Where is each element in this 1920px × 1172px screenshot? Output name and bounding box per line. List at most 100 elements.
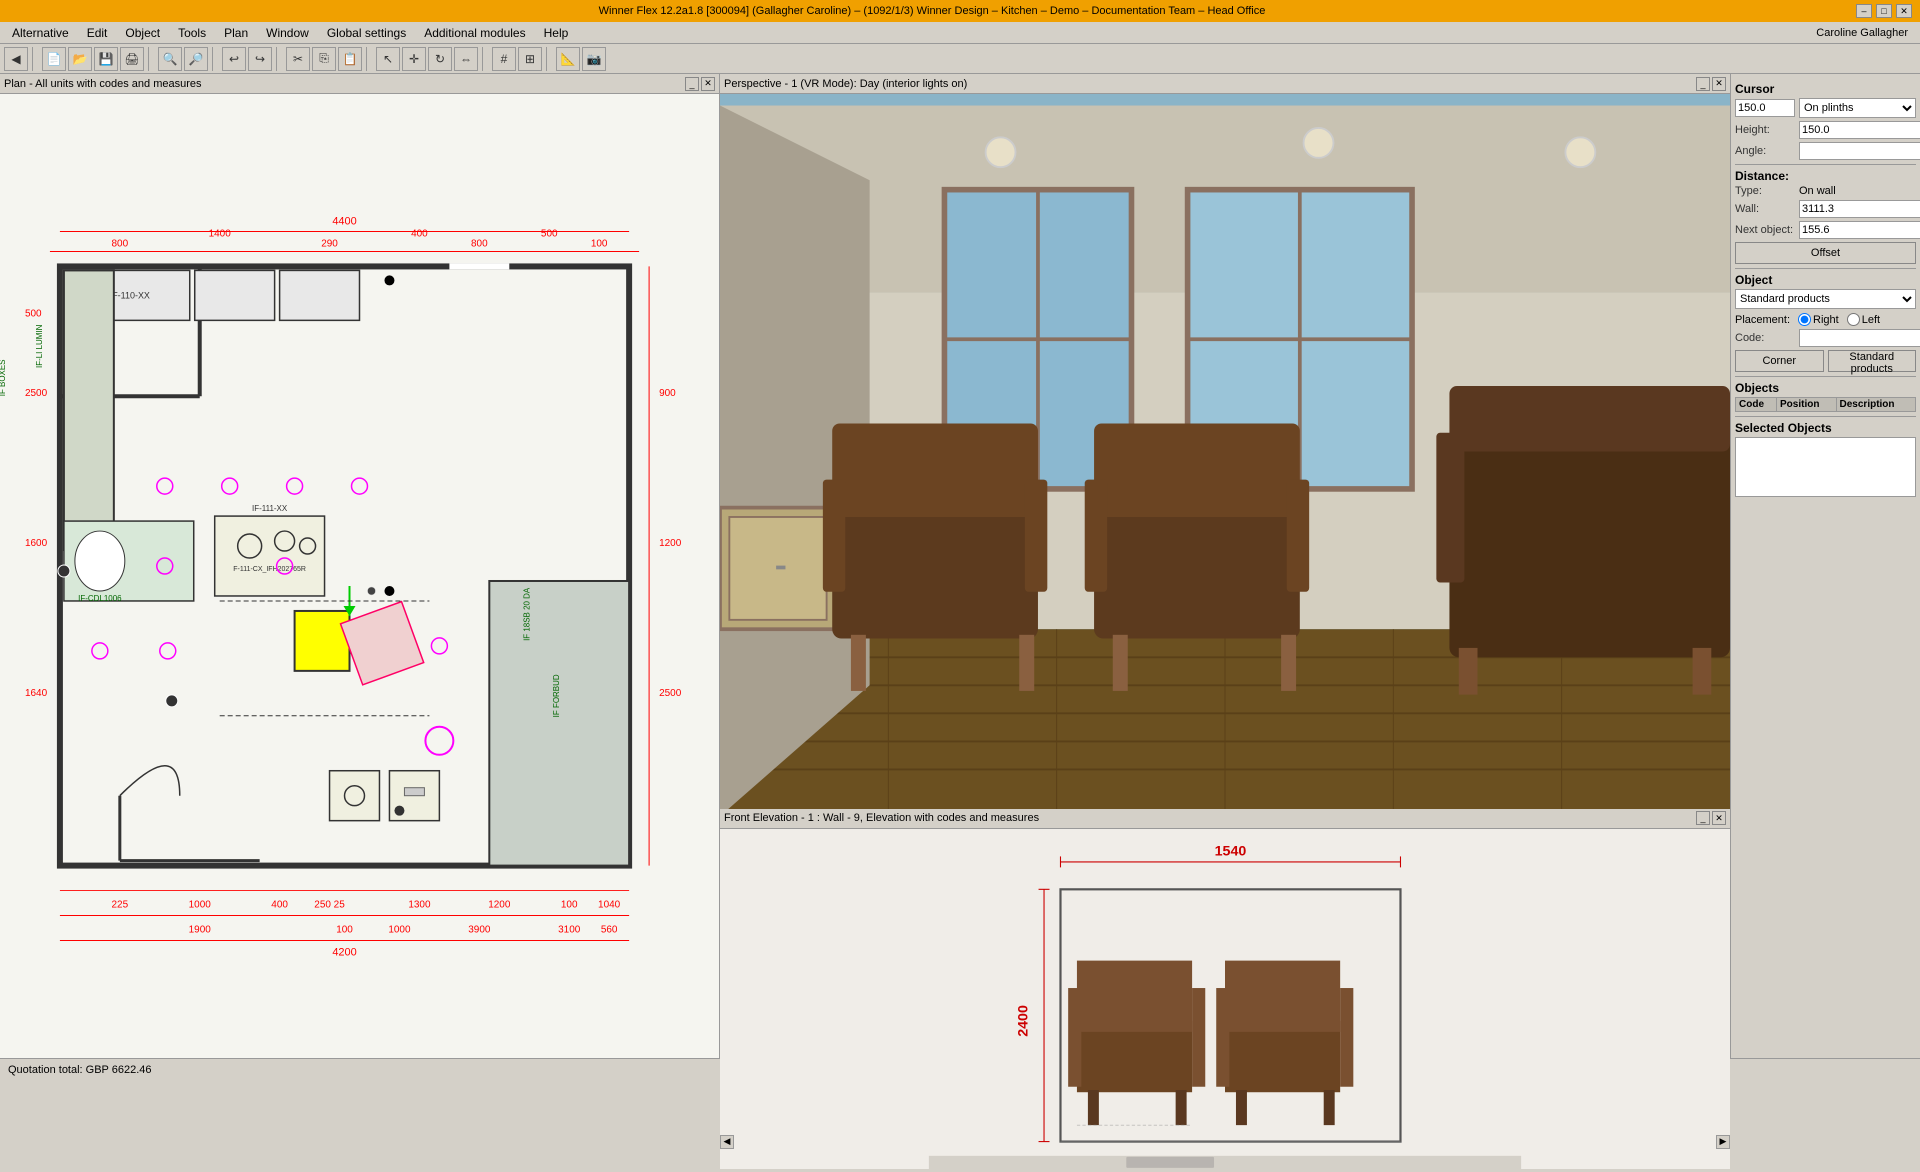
cut-button[interactable]: ✂ xyxy=(286,47,310,71)
height-value-input[interactable] xyxy=(1799,121,1920,139)
svg-text:1300: 1300 xyxy=(408,900,431,911)
menu-global-settings[interactable]: Global settings xyxy=(319,24,414,42)
svg-text:3100: 3100 xyxy=(558,925,581,936)
svg-text:800: 800 xyxy=(471,238,488,249)
next-label: Next object: xyxy=(1735,224,1795,236)
zoom-out-button[interactable]: 🔎 xyxy=(184,47,208,71)
placement-left-label[interactable]: Left xyxy=(1847,313,1880,326)
object-type-dropdown[interactable]: Standard products Custom products xyxy=(1735,289,1916,309)
menu-help[interactable]: Help xyxy=(536,24,577,42)
height-label: Height: xyxy=(1735,124,1795,136)
corner-button[interactable]: Corner xyxy=(1735,350,1824,372)
placement-left-radio[interactable] xyxy=(1847,313,1860,326)
svg-text:IF-110-XX: IF-110-XX xyxy=(110,290,150,300)
svg-text:IF BOXES: IF BOXES xyxy=(0,359,7,396)
angle-label: Angle: xyxy=(1735,145,1795,157)
plan-titlebar: Plan - All units with codes and measures… xyxy=(0,74,719,94)
svg-text:1000: 1000 xyxy=(189,900,212,911)
perspective-minimize-btn[interactable]: _ xyxy=(1696,77,1710,91)
code-input[interactable] xyxy=(1799,329,1920,347)
paste-button[interactable]: 📋 xyxy=(338,47,362,71)
perspective-canvas[interactable] xyxy=(720,94,1730,828)
cursor-mode-dropdown[interactable]: On plinths On floor On ceiling Custom xyxy=(1799,98,1916,118)
grid-button[interactable]: # xyxy=(492,47,516,71)
elevation-panel: Front Elevation - 1 : Wall - 9, Elevatio… xyxy=(720,809,1730,1149)
title-bar: Winner Flex 12.2a1.8 [300094] (Gallagher… xyxy=(0,0,1920,22)
menu-window[interactable]: Window xyxy=(258,24,317,42)
svg-text:560: 560 xyxy=(601,925,618,936)
elevation-scroll-left[interactable]: ◀ xyxy=(720,1135,734,1149)
measure-button[interactable]: 📐 xyxy=(556,47,580,71)
menu-plan[interactable]: Plan xyxy=(216,24,256,42)
quotation-total: Quotation total: GBP 6622.46 xyxy=(8,1064,152,1076)
svg-text:1540: 1540 xyxy=(1215,843,1247,859)
back-button[interactable]: ◀ xyxy=(4,47,28,71)
plan-canvas[interactable]: 800 1400 290 400 800 500 100 4400 500 25… xyxy=(0,94,719,1058)
wall-input[interactable] xyxy=(1799,200,1920,218)
standard-products-button[interactable]: Standard products xyxy=(1828,350,1917,372)
move-button[interactable]: ✛ xyxy=(402,47,426,71)
snap-button[interactable]: ⊞ xyxy=(518,47,542,71)
distance-section-title: Distance: xyxy=(1735,169,1916,183)
copy-button[interactable]: ⎘ xyxy=(312,47,336,71)
menu-object[interactable]: Object xyxy=(117,24,168,42)
svg-text:225: 225 xyxy=(112,900,129,911)
new-button[interactable]: 📄 xyxy=(42,47,66,71)
plan-close-btn[interactable]: ✕ xyxy=(701,77,715,91)
perspective-titlebar: Perspective - 1 (VR Mode): Day (interior… xyxy=(720,74,1730,94)
elevation-canvas[interactable]: 1540 2400 xyxy=(720,829,1730,1169)
svg-text:1200: 1200 xyxy=(488,900,511,911)
elevation-scroll-right[interactable]: ▶ xyxy=(1716,1135,1730,1149)
type-label: Type: xyxy=(1735,185,1795,197)
placement-right-radio[interactable] xyxy=(1798,313,1811,326)
perspective-close-btn[interactable]: ✕ xyxy=(1712,77,1726,91)
col-code: Code xyxy=(1736,398,1777,412)
svg-text:2500: 2500 xyxy=(25,388,48,399)
placement-right-label[interactable]: Right xyxy=(1798,313,1839,326)
col-description: Description xyxy=(1836,398,1915,412)
cursor-height-input[interactable] xyxy=(1735,99,1795,117)
redo-button[interactable]: ↪ xyxy=(248,47,272,71)
menu-edit[interactable]: Edit xyxy=(79,24,116,42)
rotate-button[interactable]: ↻ xyxy=(428,47,452,71)
menu-alternative[interactable]: Alternative xyxy=(4,24,77,42)
window-controls: – □ ✕ xyxy=(1856,4,1912,18)
main-layout: Plan - All units with codes and measures… xyxy=(0,74,1920,1058)
elevation-close-btn[interactable]: ✕ xyxy=(1712,811,1726,825)
elevation-titlebar: Front Elevation - 1 : Wall - 9, Elevatio… xyxy=(720,809,1730,829)
svg-text:IF 18SB 20 DA: IF 18SB 20 DA xyxy=(522,587,531,641)
open-button[interactable]: 📂 xyxy=(68,47,92,71)
center-views: Perspective - 1 (VR Mode): Day (interior… xyxy=(720,74,1730,1058)
mirror-button[interactable]: ⇔ xyxy=(454,47,478,71)
perspective-title: Perspective - 1 (VR Mode): Day (interior… xyxy=(724,78,967,90)
right-panel: Perspective - 1 (VR Mode): Day (interior… xyxy=(720,74,1920,1058)
selected-objects-area xyxy=(1735,437,1916,497)
minimize-button[interactable]: – xyxy=(1856,4,1872,18)
offset-button[interactable]: Offset xyxy=(1735,242,1916,264)
camera-button[interactable]: 📷 xyxy=(582,47,606,71)
svg-text:800: 800 xyxy=(112,238,129,249)
svg-text:4200: 4200 xyxy=(332,946,356,958)
save-button[interactable]: 💾 xyxy=(94,47,118,71)
next-object-input[interactable] xyxy=(1799,221,1920,239)
select-button[interactable]: ↖ xyxy=(376,47,400,71)
close-button[interactable]: ✕ xyxy=(1896,4,1912,18)
svg-text:500: 500 xyxy=(25,308,42,319)
svg-text:2500: 2500 xyxy=(659,688,682,699)
elevation-minimize-btn[interactable]: _ xyxy=(1696,811,1710,825)
cursor-section-title: Cursor xyxy=(1735,82,1916,96)
menu-tools[interactable]: Tools xyxy=(170,24,214,42)
svg-text:1640: 1640 xyxy=(25,688,48,699)
maximize-button[interactable]: □ xyxy=(1876,4,1892,18)
plan-minimize-btn[interactable]: _ xyxy=(685,77,699,91)
elevation-title: Front Elevation - 1 : Wall - 9, Elevatio… xyxy=(724,812,1039,824)
menu-additional-modules[interactable]: Additional modules xyxy=(416,24,533,42)
undo-button[interactable]: ↩ xyxy=(222,47,246,71)
placement-row: Placement: Right Left xyxy=(1735,313,1916,326)
svg-text:400: 400 xyxy=(411,228,428,239)
object-section-title: Object xyxy=(1735,273,1916,287)
angle-value-input[interactable] xyxy=(1799,142,1920,160)
zoom-in-button[interactable]: 🔍 xyxy=(158,47,182,71)
print-button[interactable]: 🖨 xyxy=(120,47,144,71)
title-text: Winner Flex 12.2a1.8 [300094] (Gallagher… xyxy=(8,5,1856,17)
